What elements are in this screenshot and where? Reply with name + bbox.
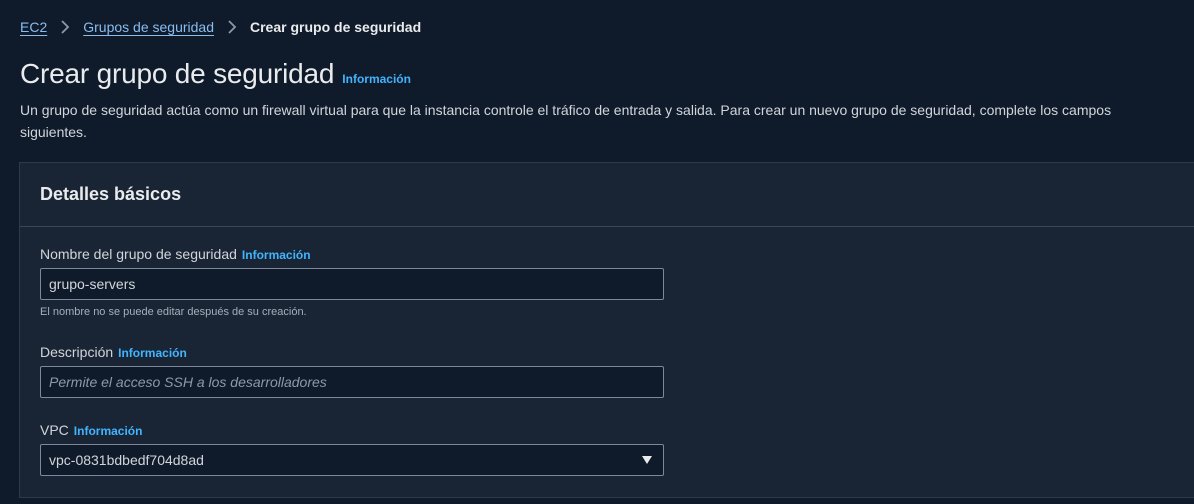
chevron-right-icon (58, 20, 72, 34)
page-info-link[interactable]: Información (342, 72, 411, 86)
description-info-link[interactable]: Información (118, 346, 187, 360)
panel-header: Detalles básicos (20, 163, 1194, 227)
page-title: Crear grupo de seguridad (20, 58, 335, 89)
security-group-name-label: Nombre del grupo de seguridad (40, 246, 237, 262)
chevron-right-icon (225, 20, 239, 34)
breadcrumb-security-groups-link[interactable]: Grupos de seguridad (83, 19, 214, 35)
security-group-name-hint: El nombre no se puede editar después de … (40, 306, 307, 318)
caret-down-icon (642, 456, 652, 464)
vpc-selected-value: vpc-0831bdbedf704d8ad (49, 452, 204, 468)
basic-details-panel: Detalles básicos Nombre del grupo de seg… (19, 162, 1194, 498)
description-label: Descripción (40, 344, 114, 360)
breadcrumb-ec2-link[interactable]: EC2 (20, 19, 47, 35)
security-group-name-info-link[interactable]: Información (242, 248, 311, 262)
field-label-row: Descripción Información (40, 344, 664, 360)
vpc-field: VPC Información vpc-0831bdbedf704d8ad (40, 422, 664, 476)
security-group-name-input[interactable]: grupo-servers (40, 268, 664, 300)
description-input[interactable]: Permite el acceso SSH a los desarrollado… (40, 366, 664, 398)
description-field: Descripción Información Permite el acces… (40, 344, 664, 398)
vpc-select[interactable]: vpc-0831bdbedf704d8ad (40, 444, 664, 476)
breadcrumb: EC2 Grupos de seguridad Crear grupo de s… (20, 17, 421, 37)
vpc-info-link[interactable]: Información (74, 424, 143, 438)
field-label-row: Nombre del grupo de seguridad Informació… (40, 246, 664, 262)
page-description: Un grupo de seguridad actúa como un fire… (20, 102, 1112, 140)
page-header: Crear grupo de seguridad Información (20, 58, 411, 90)
security-group-name-field: Nombre del grupo de seguridad Informació… (40, 246, 664, 318)
vpc-label: VPC (40, 422, 69, 438)
panel-title: Detalles básicos (40, 184, 182, 204)
breadcrumb-current: Crear grupo de seguridad (250, 19, 422, 35)
field-label-row: VPC Información (40, 422, 664, 438)
